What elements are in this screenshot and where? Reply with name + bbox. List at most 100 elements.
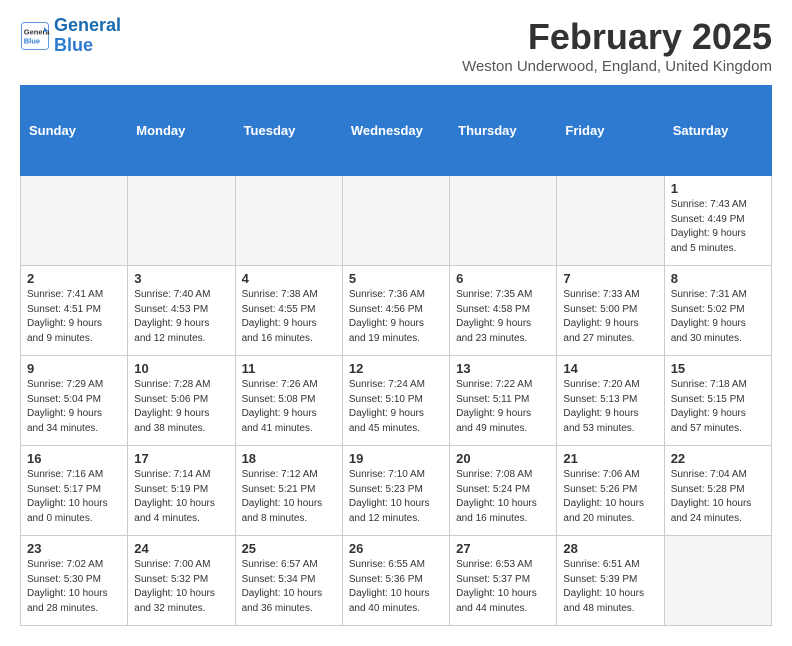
calendar-cell: 25 Sunrise: 6:57 AM Sunset: 5:34 PM Dayli… bbox=[235, 536, 342, 626]
calendar-cell: 22 Sunrise: 7:04 AM Sunset: 5:28 PM Dayli… bbox=[664, 446, 771, 536]
calendar-cell: 6 Sunrise: 7:35 AM Sunset: 4:58 PM Daylig… bbox=[450, 266, 557, 356]
day-info: Sunrise: 7:12 AM Sunset: 5:21 PM Dayligh… bbox=[242, 468, 336, 526]
logo-wordmark: General Blue bbox=[54, 16, 121, 56]
day-number: 6 bbox=[456, 271, 550, 286]
calendar-cell: 3 Sunrise: 7:40 AM Sunset: 4:53 PM Daylig… bbox=[128, 266, 235, 356]
day-number: 9 bbox=[27, 361, 121, 376]
calendar-cell: 19 Sunrise: 7:10 AM Sunset: 5:23 PM Dayli… bbox=[342, 446, 449, 536]
day-number: 10 bbox=[134, 361, 228, 376]
header: General Blue General Blue February 2025 … bbox=[20, 16, 772, 75]
calendar-cell: 20 Sunrise: 7:08 AM Sunset: 5:24 PM Dayli… bbox=[450, 446, 557, 536]
day-info: Sunrise: 7:36 AM Sunset: 4:56 PM Dayligh… bbox=[349, 288, 443, 346]
day-number: 8 bbox=[671, 271, 765, 286]
day-info: Sunrise: 7:08 AM Sunset: 5:24 PM Dayligh… bbox=[456, 468, 550, 526]
day-number: 23 bbox=[27, 541, 121, 556]
day-number: 3 bbox=[134, 271, 228, 286]
day-info: Sunrise: 7:10 AM Sunset: 5:23 PM Dayligh… bbox=[349, 468, 443, 526]
calendar-cell: 8Sunrise: 7:31 AM Sunset: 5:02 PM Daylig… bbox=[664, 266, 771, 356]
weekday-header-monday: Monday bbox=[128, 86, 235, 176]
day-info: Sunrise: 6:51 AM Sunset: 5:39 PM Dayligh… bbox=[563, 558, 657, 616]
calendar-cell: 7Sunrise: 7:33 AM Sunset: 5:00 PM Daylig… bbox=[557, 266, 664, 356]
calendar-cell: 9 Sunrise: 7:29 AM Sunset: 5:04 PM Daylig… bbox=[21, 356, 128, 446]
calendar-cell: 27 Sunrise: 6:53 AM Sunset: 5:37 PM Dayli… bbox=[450, 536, 557, 626]
day-number: 26 bbox=[349, 541, 443, 556]
calendar-cell: 16 Sunrise: 7:16 AM Sunset: 5:17 PM Dayli… bbox=[21, 446, 128, 536]
week-row-1: 2 Sunrise: 7:41 AM Sunset: 4:51 PM Daylig… bbox=[21, 266, 772, 356]
week-row-2: 9 Sunrise: 7:29 AM Sunset: 5:04 PM Daylig… bbox=[21, 356, 772, 446]
svg-text:Blue: Blue bbox=[24, 36, 40, 45]
day-number: 19 bbox=[349, 451, 443, 466]
day-info: Sunrise: 7:40 AM Sunset: 4:53 PM Dayligh… bbox=[134, 288, 228, 346]
day-number: 22 bbox=[671, 451, 765, 466]
weekday-header-row: SundayMondayTuesdayWednesdayThursdayFrid… bbox=[21, 86, 772, 176]
day-info: Sunrise: 7:22 AM Sunset: 5:11 PM Dayligh… bbox=[456, 378, 550, 436]
calendar-cell bbox=[235, 176, 342, 266]
page: General Blue General Blue February 2025 … bbox=[0, 0, 792, 646]
calendar-cell: 15Sunrise: 7:18 AM Sunset: 5:15 PM Dayli… bbox=[664, 356, 771, 446]
calendar-cell: 28 Sunrise: 6:51 AM Sunset: 5:39 PM Dayli… bbox=[557, 536, 664, 626]
day-info: Sunrise: 7:28 AM Sunset: 5:06 PM Dayligh… bbox=[134, 378, 228, 436]
day-info: Sunrise: 6:55 AM Sunset: 5:36 PM Dayligh… bbox=[349, 558, 443, 616]
day-number: 2 bbox=[27, 271, 121, 286]
day-number: 12 bbox=[349, 361, 443, 376]
month-title: February 2025 bbox=[462, 16, 772, 58]
day-number: 21 bbox=[563, 451, 657, 466]
weekday-header-sunday: Sunday bbox=[21, 86, 128, 176]
day-number: 25 bbox=[242, 541, 336, 556]
weekday-header-saturday: Saturday bbox=[664, 86, 771, 176]
weekday-header-friday: Friday bbox=[557, 86, 664, 176]
week-row-4: 23 Sunrise: 7:02 AM Sunset: 5:30 PM Dayli… bbox=[21, 536, 772, 626]
day-info: Sunrise: 7:02 AM Sunset: 5:30 PM Dayligh… bbox=[27, 558, 121, 616]
day-info: Sunrise: 7:04 AM Sunset: 5:28 PM Dayligh… bbox=[671, 468, 765, 526]
day-info: Sunrise: 7:16 AM Sunset: 5:17 PM Dayligh… bbox=[27, 468, 121, 526]
day-info: Sunrise: 7:26 AM Sunset: 5:08 PM Dayligh… bbox=[242, 378, 336, 436]
day-number: 20 bbox=[456, 451, 550, 466]
calendar-cell: 14Sunrise: 7:20 AM Sunset: 5:13 PM Dayli… bbox=[557, 356, 664, 446]
calendar-cell bbox=[664, 536, 771, 626]
day-info: Sunrise: 7:38 AM Sunset: 4:55 PM Dayligh… bbox=[242, 288, 336, 346]
calendar-cell: 26 Sunrise: 6:55 AM Sunset: 5:36 PM Dayli… bbox=[342, 536, 449, 626]
calendar-cell bbox=[128, 176, 235, 266]
calendar-cell bbox=[450, 176, 557, 266]
calendar-cell: 10 Sunrise: 7:28 AM Sunset: 5:06 PM Dayli… bbox=[128, 356, 235, 446]
logo-general: General bbox=[54, 15, 121, 35]
logo-blue: Blue bbox=[54, 35, 93, 55]
calendar-cell: 18Sunrise: 7:12 AM Sunset: 5:21 PM Dayli… bbox=[235, 446, 342, 536]
svg-text:General: General bbox=[24, 27, 50, 36]
location: Weston Underwood, England, United Kingdo… bbox=[462, 58, 772, 75]
day-info: Sunrise: 7:35 AM Sunset: 4:58 PM Dayligh… bbox=[456, 288, 550, 346]
weekday-header-wednesday: Wednesday bbox=[342, 86, 449, 176]
calendar-cell bbox=[557, 176, 664, 266]
week-row-0: 1Sunrise: 7:43 AM Sunset: 4:49 PM Daylig… bbox=[21, 176, 772, 266]
day-number: 16 bbox=[27, 451, 121, 466]
calendar-cell: 23 Sunrise: 7:02 AM Sunset: 5:30 PM Dayli… bbox=[21, 536, 128, 626]
calendar-cell: 1Sunrise: 7:43 AM Sunset: 4:49 PM Daylig… bbox=[664, 176, 771, 266]
day-info: Sunrise: 7:06 AM Sunset: 5:26 PM Dayligh… bbox=[563, 468, 657, 526]
day-info: Sunrise: 6:53 AM Sunset: 5:37 PM Dayligh… bbox=[456, 558, 550, 616]
day-info: Sunrise: 7:29 AM Sunset: 5:04 PM Dayligh… bbox=[27, 378, 121, 436]
day-number: 5 bbox=[349, 271, 443, 286]
calendar-cell bbox=[21, 176, 128, 266]
day-number: 13 bbox=[456, 361, 550, 376]
calendar-table: SundayMondayTuesdayWednesdayThursdayFrid… bbox=[20, 85, 772, 626]
title-block: February 2025 Weston Underwood, England,… bbox=[462, 16, 772, 75]
day-number: 28 bbox=[563, 541, 657, 556]
logo-icon: General Blue bbox=[20, 21, 50, 51]
calendar-cell: 13 Sunrise: 7:22 AM Sunset: 5:11 PM Dayli… bbox=[450, 356, 557, 446]
day-info: Sunrise: 7:41 AM Sunset: 4:51 PM Dayligh… bbox=[27, 288, 121, 346]
day-info: Sunrise: 7:24 AM Sunset: 5:10 PM Dayligh… bbox=[349, 378, 443, 436]
day-info: Sunrise: 7:00 AM Sunset: 5:32 PM Dayligh… bbox=[134, 558, 228, 616]
day-info: Sunrise: 6:57 AM Sunset: 5:34 PM Dayligh… bbox=[242, 558, 336, 616]
day-info: Sunrise: 7:18 AM Sunset: 5:15 PM Dayligh… bbox=[671, 378, 765, 436]
day-number: 27 bbox=[456, 541, 550, 556]
weekday-header-thursday: Thursday bbox=[450, 86, 557, 176]
day-number: 24 bbox=[134, 541, 228, 556]
calendar-cell: 24 Sunrise: 7:00 AM Sunset: 5:32 PM Dayli… bbox=[128, 536, 235, 626]
calendar-cell bbox=[342, 176, 449, 266]
calendar-cell: 12 Sunrise: 7:24 AM Sunset: 5:10 PM Dayli… bbox=[342, 356, 449, 446]
calendar-cell: 17Sunrise: 7:14 AM Sunset: 5:19 PM Dayli… bbox=[128, 446, 235, 536]
calendar-cell: 2 Sunrise: 7:41 AM Sunset: 4:51 PM Daylig… bbox=[21, 266, 128, 356]
day-number: 11 bbox=[242, 361, 336, 376]
day-number: 1 bbox=[671, 181, 765, 196]
day-number: 17 bbox=[134, 451, 228, 466]
